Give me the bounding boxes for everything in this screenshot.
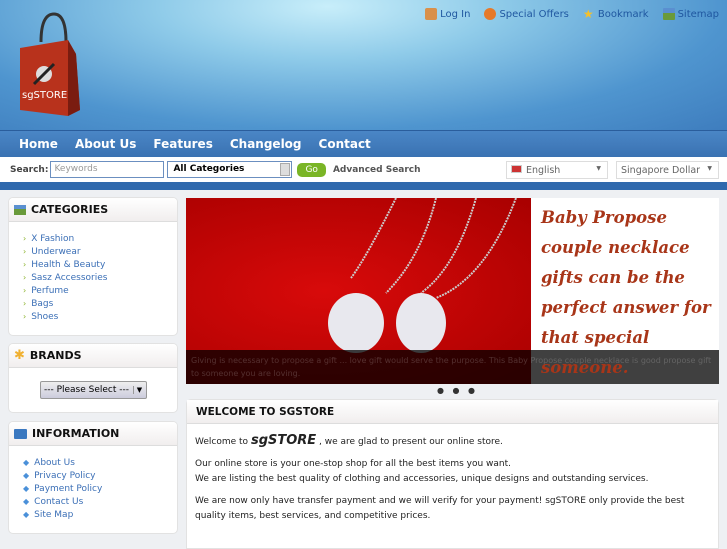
brands-title: BRANDS [29, 349, 82, 362]
search-label: Search: [10, 164, 49, 175]
chevron-down-icon: ▼ [596, 165, 601, 172]
arrow-icon: › [23, 273, 27, 282]
information-box: INFORMATION ◆ About Us ◆ Privacy Policy ◆ P… [8, 421, 178, 534]
svg-text:sgSTORE: sgSTORE [22, 90, 67, 101]
welcome-intro: Welcome to sgSTORE , we are glad to pres… [195, 433, 503, 448]
category-link[interactable]: › Health & Beauty [23, 258, 177, 271]
uk-flag-icon [511, 165, 522, 173]
main-nav: Home About Us Features Changelog Contact [0, 130, 727, 157]
arrow-icon: › [23, 286, 27, 295]
users-icon [425, 8, 438, 20]
diamond-icon: ◆ [23, 510, 30, 519]
product-slideshow[interactable]: Giving is necessary to propose a gift ..… [186, 198, 719, 384]
search-bar: Search: Keywords All Categories Go Advan… [0, 157, 727, 182]
special-offers-link[interactable]: Special Offers [484, 8, 569, 20]
welcome-text: We are now only have transfer payment an… [195, 496, 685, 521]
category-link[interactable]: › Shoes [23, 310, 177, 323]
chevron-down-icon [280, 163, 291, 176]
category-link[interactable]: › Perfume [23, 284, 177, 297]
category-link[interactable]: › X Fashion [23, 232, 177, 245]
header: sgSTORE Log In Special Offers ★ Bookmark … [0, 0, 727, 130]
store-logo[interactable]: sgSTORE [16, 12, 86, 120]
arrow-icon: › [23, 260, 27, 269]
welcome-title: WELCOME TO SGSTORE [196, 405, 335, 418]
sitemap-link[interactable]: Sitemap [662, 8, 719, 20]
arrow-icon: › [23, 299, 27, 308]
info-link[interactable]: ◆ About Us [23, 456, 177, 469]
diamond-icon: ◆ [23, 497, 30, 506]
slide-text: Baby Propose couple necklace gifts can b… [541, 208, 711, 377]
diamond-icon: ◆ [23, 458, 30, 467]
puzzle-icon: ✱ [14, 348, 25, 363]
information-title: INFORMATION [32, 427, 120, 440]
info-link[interactable]: ◆ Privacy Policy [23, 469, 177, 482]
bookmark-link[interactable]: ★ Bookmark [583, 8, 649, 20]
category-link[interactable]: › Underwear [23, 245, 177, 258]
nav-home[interactable]: Home [19, 137, 58, 151]
arrow-icon: › [23, 312, 27, 321]
category-select[interactable]: All Categories [167, 161, 293, 178]
chevron-down-icon: ▼ [707, 165, 712, 172]
arrow-icon: › [23, 247, 27, 256]
chevron-down-icon: ▼ [132, 386, 146, 394]
sitemap-icon [14, 204, 26, 215]
star-icon: ★ [582, 7, 594, 21]
diamond-icon: ◆ [23, 484, 30, 493]
welcome-box: WELCOME TO SGSTORE Welcome to sgSTORE , … [186, 399, 719, 549]
info-link[interactable]: ◆ Contact Us [23, 495, 177, 508]
diamond-icon: ◆ [23, 471, 30, 480]
category-link[interactable]: › Bags [23, 297, 177, 310]
arrow-icon: › [23, 234, 27, 243]
info-link[interactable]: ◆ Payment Policy [23, 482, 177, 495]
categories-title: CATEGORIES [31, 203, 109, 216]
go-button[interactable]: Go [297, 162, 326, 177]
brand-select[interactable]: --- Please Select --- ▼ [39, 381, 147, 399]
nav-features[interactable]: Features [153, 137, 212, 151]
advanced-search-link[interactable]: Advanced Search [333, 165, 421, 175]
info-link[interactable]: ◆ Site Map [23, 508, 177, 521]
welcome-text: We are listing the best quality of cloth… [195, 474, 649, 484]
category-link[interactable]: › Sasz Accessories [23, 271, 177, 284]
nav-about-us[interactable]: About Us [75, 137, 136, 151]
dollar-coin-icon [484, 8, 497, 20]
top-links: Log In Special Offers ★ Bookmark Sitemap [425, 8, 719, 20]
book-icon [14, 428, 27, 439]
nav-changelog[interactable]: Changelog [230, 137, 302, 151]
language-select[interactable]: English ▼ [506, 161, 608, 179]
sitemap-icon [662, 8, 675, 20]
nav-contact[interactable]: Contact [319, 137, 371, 151]
login-link[interactable]: Log In [425, 8, 470, 20]
brands-box: ✱ BRANDS --- Please Select --- ▼ [8, 343, 178, 413]
slide-pagination-dots[interactable]: ● ● ● [437, 386, 478, 395]
search-input[interactable]: Keywords [50, 161, 165, 178]
welcome-text: Our online store is your one-stop shop f… [195, 459, 512, 469]
currency-select[interactable]: Singapore Dollar ▼ [616, 161, 719, 179]
categories-box: CATEGORIES › X Fashion › Underwear › Health… [8, 197, 178, 336]
divider [0, 182, 727, 190]
